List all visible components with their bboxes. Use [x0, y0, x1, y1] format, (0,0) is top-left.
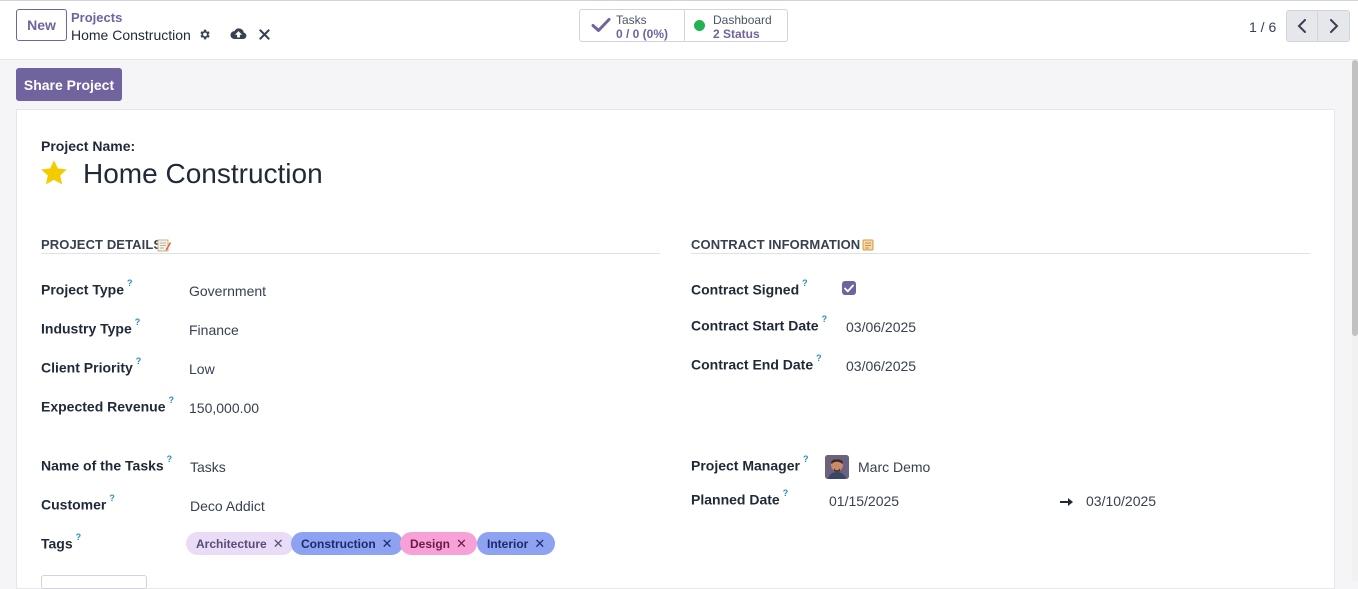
- scrollbar-thumb[interactable]: [1352, 60, 1358, 336]
- tag-label: Design: [410, 536, 451, 551]
- arrow-right-icon: [1060, 494, 1074, 510]
- industry-type-field[interactable]: Finance: [189, 322, 239, 338]
- client-priority-label: Client Priority?: [41, 356, 142, 376]
- project-details-heading: PROJECT DETAILS: [41, 237, 163, 252]
- section-divider: [691, 253, 1310, 254]
- bottom-button[interactable]: [41, 575, 147, 589]
- project-name-label: Project Name:: [41, 138, 136, 154]
- breadcrumb-projects-link[interactable]: Projects: [71, 10, 122, 25]
- contract-information-heading: CONTRACT INFORMATION: [691, 237, 861, 252]
- contract-start-date-field[interactable]: 03/06/2025: [846, 319, 916, 335]
- tasks-title: Tasks: [616, 13, 647, 27]
- pager-previous-button[interactable]: [1286, 10, 1318, 42]
- cloud-upload-icon[interactable]: [229, 26, 247, 42]
- industry-type-label: Industry Type?: [41, 317, 141, 337]
- smart-buttons: Tasks 0 / 0 (0%) Dashboard 2 Status: [579, 9, 788, 42]
- tag-label: Interior: [487, 536, 529, 551]
- dashboard-title: Dashboard: [713, 13, 772, 27]
- close-icon[interactable]: [258, 28, 271, 41]
- tags-label: Tags?: [41, 532, 82, 552]
- customer-label: Customer?: [41, 493, 115, 513]
- avatar: [825, 455, 849, 479]
- name-of-tasks-label: Name of the Tasks?: [41, 454, 173, 474]
- contract-end-date-field[interactable]: 03/06/2025: [846, 358, 916, 374]
- page-scrollbar[interactable]: [1352, 60, 1358, 581]
- client-priority-field[interactable]: Low: [189, 361, 215, 377]
- status-dot-icon: [694, 20, 705, 31]
- new-button[interactable]: New: [16, 9, 67, 41]
- tasks-smart-button[interactable]: Tasks 0 / 0 (0%): [580, 10, 684, 41]
- project-type-field[interactable]: Government: [189, 283, 266, 299]
- chevron-right-icon: [1329, 19, 1338, 33]
- remove-tag-icon[interactable]: ✕: [456, 536, 467, 552]
- project-name-field[interactable]: Home Construction: [83, 158, 323, 190]
- contract-signed-label: Contract Signed?: [691, 278, 808, 298]
- check-icon: [844, 284, 854, 293]
- chevron-left-icon: [1297, 19, 1306, 33]
- tag-interior: Interior ✕: [477, 532, 556, 555]
- section-divider: [41, 253, 660, 254]
- check-icon: [591, 17, 611, 36]
- tag-label: Architecture: [196, 536, 267, 551]
- share-project-button[interactable]: Share Project: [16, 68, 122, 101]
- gear-icon[interactable]: [197, 27, 211, 41]
- customer-field[interactable]: Deco Addict: [190, 498, 265, 514]
- planned-date-label: Planned Date?: [691, 488, 789, 508]
- tasks-value: 0 / 0 (0%): [616, 27, 669, 41]
- project-manager-field[interactable]: Marc Demo: [858, 459, 930, 475]
- pager-value: 1 / 6: [1249, 19, 1277, 35]
- remove-tag-icon[interactable]: ✕: [534, 536, 545, 552]
- pager-next-button[interactable]: [1318, 10, 1350, 42]
- contract-end-date-label: Contract End Date?: [691, 353, 822, 373]
- dashboard-smart-button[interactable]: Dashboard 2 Status: [685, 10, 788, 41]
- tag-construction: Construction ✕: [291, 532, 403, 555]
- contract-signed-checkbox[interactable]: [842, 281, 856, 295]
- breadcrumb-current: Home Construction: [71, 27, 191, 43]
- expected-revenue-field[interactable]: 150,000.00: [189, 400, 259, 416]
- remove-tag-icon[interactable]: ✕: [382, 536, 393, 552]
- expected-revenue-label: Expected Revenue?: [41, 395, 174, 415]
- project-manager-label: Project Manager?: [691, 454, 809, 474]
- planned-date-end-field[interactable]: 03/10/2025: [1086, 493, 1156, 509]
- project-type-label: Project Type?: [41, 278, 133, 298]
- remove-tag-icon[interactable]: ✕: [273, 536, 284, 552]
- tag-architecture: Architecture ✕: [186, 532, 294, 555]
- contract-start-date-label: Contract Start Date?: [691, 314, 828, 334]
- tag-label: Construction: [301, 536, 376, 551]
- favorite-star-icon[interactable]: [40, 159, 68, 189]
- planned-date-start-field[interactable]: 01/15/2025: [829, 493, 899, 509]
- dashboard-value: 2 Status: [713, 27, 760, 41]
- control-panel: New Projects Home Construction Tasks 0 /…: [0, 1, 1358, 60]
- tag-design: Design ✕: [400, 532, 477, 555]
- name-of-tasks-field[interactable]: Tasks: [190, 459, 226, 475]
